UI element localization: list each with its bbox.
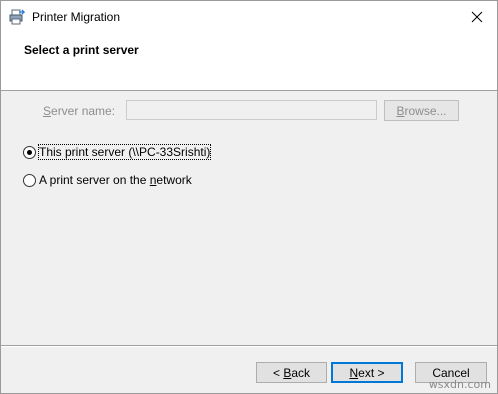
network-print-server-label[interactable]: A print server on the network bbox=[39, 173, 192, 187]
printer-migration-window: Printer Migration Select a print server … bbox=[0, 0, 498, 394]
window-title: Printer Migration bbox=[32, 10, 121, 24]
this-print-server-radio[interactable] bbox=[23, 145, 36, 159]
server-name-label: Server name: bbox=[43, 104, 116, 118]
next-button[interactable]: Next > bbox=[331, 362, 403, 383]
title-bar[interactable]: Printer Migration bbox=[1, 1, 497, 33]
back-button[interactable]: < Back bbox=[256, 362, 327, 383]
footer-separator bbox=[1, 345, 497, 347]
network-print-server-option[interactable]: A print server on the network bbox=[23, 172, 192, 188]
network-print-server-radio[interactable] bbox=[23, 173, 36, 187]
page-title: Select a print server bbox=[24, 43, 139, 57]
browse-button[interactable]: Browse... bbox=[384, 100, 459, 121]
wizard-header: Select a print server bbox=[1, 33, 497, 91]
server-name-input[interactable] bbox=[126, 100, 377, 120]
close-icon bbox=[471, 11, 483, 23]
watermark: wsxdn.com bbox=[428, 378, 491, 391]
this-print-server-option[interactable]: This print server (\\PC-33Srishti) bbox=[23, 144, 212, 160]
this-print-server-label[interactable]: This print server (\\PC-33Srishti) bbox=[37, 144, 212, 160]
printer-migration-icon bbox=[9, 9, 26, 25]
close-button[interactable] bbox=[457, 1, 497, 33]
